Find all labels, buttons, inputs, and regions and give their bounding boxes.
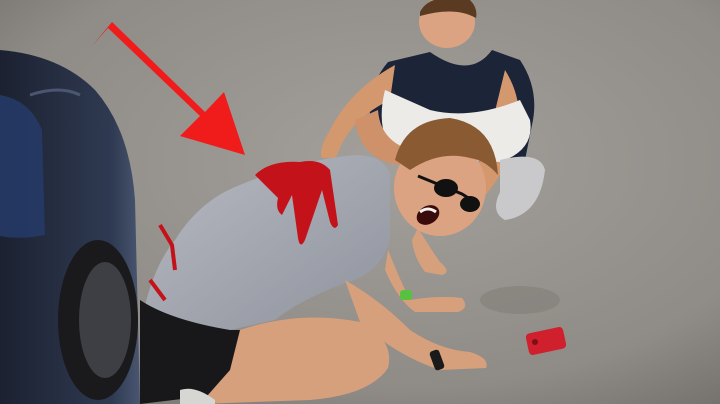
green-wristband (400, 290, 412, 300)
thumbnail-photo (0, 0, 720, 404)
car-rim (79, 262, 131, 378)
oil-stain (480, 286, 560, 314)
sunglasses-lens-right (460, 196, 480, 212)
photo-canvas (0, 0, 720, 404)
sunglasses-lens-left (434, 179, 458, 197)
